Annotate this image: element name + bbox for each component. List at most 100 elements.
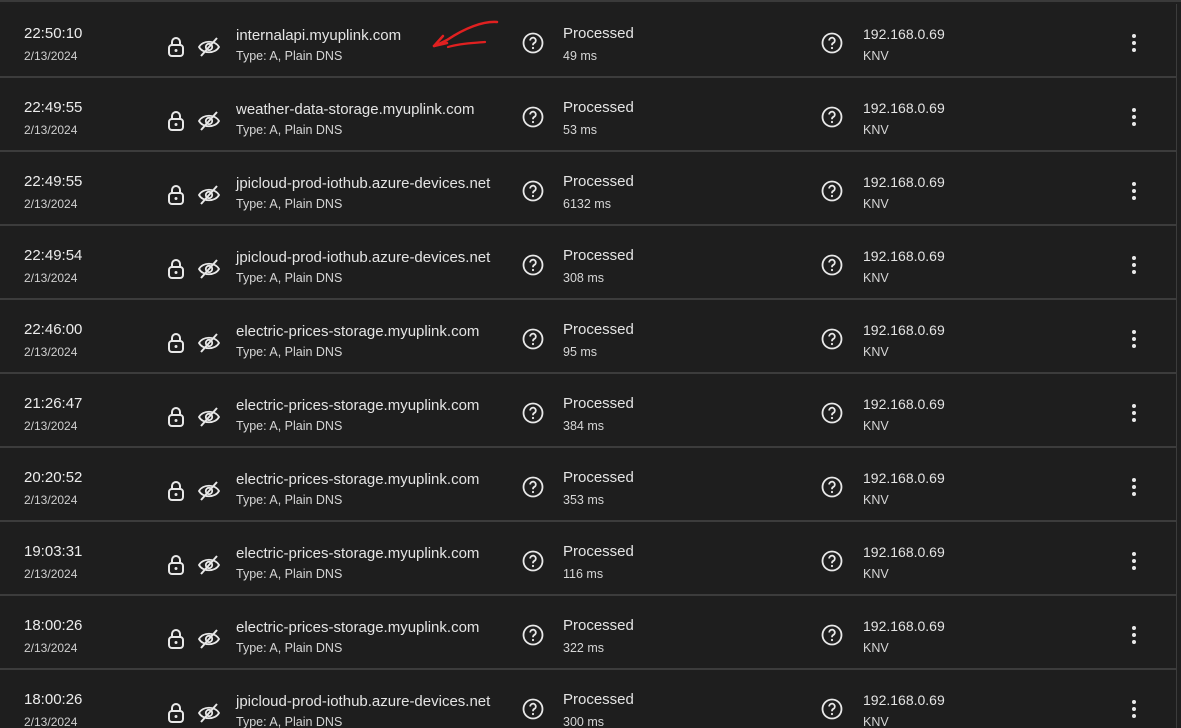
eye-off-icon[interactable] bbox=[197, 36, 221, 58]
eye-off-icon[interactable] bbox=[197, 554, 221, 576]
more-vertical-icon[interactable] bbox=[1124, 550, 1144, 572]
client-ip[interactable]: 192.168.0.69 bbox=[863, 470, 945, 486]
question-circle-icon[interactable] bbox=[522, 32, 544, 54]
lock-icon[interactable] bbox=[166, 406, 186, 428]
question-circle-icon[interactable] bbox=[522, 624, 544, 646]
status-text: Processed bbox=[563, 617, 634, 634]
request-date: 2/13/2024 bbox=[24, 641, 78, 655]
eye-off-icon[interactable] bbox=[197, 258, 221, 280]
table-row[interactable]: 18:00:26 2/13/2024 electric-prices-stora… bbox=[0, 596, 1177, 670]
eye-off-icon[interactable] bbox=[197, 406, 221, 428]
more-vertical-icon[interactable] bbox=[1124, 254, 1144, 276]
question-circle-icon[interactable] bbox=[821, 476, 843, 498]
table-row[interactable]: 20:20:52 2/13/2024 electric-prices-stora… bbox=[0, 448, 1177, 522]
table-row[interactable]: 18:00:26 2/13/2024 jpicloud-prod-iothub.… bbox=[0, 670, 1177, 728]
client-name: KNV bbox=[863, 49, 889, 63]
request-time: 18:00:26 bbox=[24, 691, 83, 708]
question-circle-icon[interactable] bbox=[821, 180, 843, 202]
elapsed-time: 353 ms bbox=[563, 493, 604, 507]
question-circle-icon[interactable] bbox=[821, 328, 843, 350]
domain-name[interactable]: weather-data-storage.myuplink.com bbox=[236, 101, 474, 118]
client-ip[interactable]: 192.168.0.69 bbox=[863, 692, 945, 708]
request-date: 2/13/2024 bbox=[24, 567, 78, 581]
domain-name[interactable]: internalapi.myuplink.com bbox=[236, 27, 401, 44]
more-vertical-icon[interactable] bbox=[1124, 32, 1144, 54]
question-circle-icon[interactable] bbox=[522, 550, 544, 572]
client-ip[interactable]: 192.168.0.69 bbox=[863, 544, 945, 560]
client-ip[interactable]: 192.168.0.69 bbox=[863, 618, 945, 634]
eye-off-icon[interactable] bbox=[197, 184, 221, 206]
question-circle-icon[interactable] bbox=[522, 180, 544, 202]
more-vertical-icon[interactable] bbox=[1124, 328, 1144, 350]
question-circle-icon[interactable] bbox=[821, 106, 843, 128]
request-type: Type: A, Plain DNS bbox=[236, 567, 343, 581]
request-type: Type: A, Plain DNS bbox=[236, 715, 343, 728]
client-ip[interactable]: 192.168.0.69 bbox=[863, 322, 945, 338]
question-circle-icon[interactable] bbox=[821, 550, 843, 572]
domain-name[interactable]: electric-prices-storage.myuplink.com bbox=[236, 323, 479, 340]
question-circle-icon[interactable] bbox=[821, 624, 843, 646]
eye-off-icon[interactable] bbox=[197, 628, 221, 650]
request-type: Type: A, Plain DNS bbox=[236, 419, 343, 433]
request-time: 22:50:10 bbox=[24, 25, 83, 42]
domain-name[interactable]: electric-prices-storage.myuplink.com bbox=[236, 471, 479, 488]
table-row[interactable]: 22:49:55 2/13/2024 weather-data-storage.… bbox=[0, 78, 1177, 152]
question-circle-icon[interactable] bbox=[821, 254, 843, 276]
question-circle-icon[interactable] bbox=[522, 106, 544, 128]
domain-name[interactable]: electric-prices-storage.myuplink.com bbox=[236, 545, 479, 562]
table-row[interactable]: 22:50:10 2/13/2024 internalapi.myuplink.… bbox=[0, 4, 1177, 78]
table-row[interactable]: 19:03:31 2/13/2024 electric-prices-stora… bbox=[0, 522, 1177, 596]
table-row[interactable]: 22:46:00 2/13/2024 electric-prices-stora… bbox=[0, 300, 1177, 374]
question-circle-icon[interactable] bbox=[522, 698, 544, 720]
question-circle-icon[interactable] bbox=[821, 402, 843, 424]
lock-icon[interactable] bbox=[166, 332, 186, 354]
request-time: 22:49:54 bbox=[24, 247, 83, 264]
domain-name[interactable]: jpicloud-prod-iothub.azure-devices.net bbox=[236, 175, 490, 192]
question-circle-icon[interactable] bbox=[522, 328, 544, 350]
table-row[interactable]: 22:49:54 2/13/2024 jpicloud-prod-iothub.… bbox=[0, 226, 1177, 300]
domain-name[interactable]: jpicloud-prod-iothub.azure-devices.net bbox=[236, 249, 490, 266]
client-ip[interactable]: 192.168.0.69 bbox=[863, 100, 945, 116]
request-type: Type: A, Plain DNS bbox=[236, 271, 343, 285]
client-ip[interactable]: 192.168.0.69 bbox=[863, 248, 945, 264]
eye-off-icon[interactable] bbox=[197, 110, 221, 132]
table-row[interactable]: 22:49:55 2/13/2024 jpicloud-prod-iothub.… bbox=[0, 152, 1177, 226]
red-arrow-annotation bbox=[432, 20, 499, 49]
client-name: KNV bbox=[863, 641, 889, 655]
more-vertical-icon[interactable] bbox=[1124, 476, 1144, 498]
eye-off-icon[interactable] bbox=[197, 332, 221, 354]
request-date: 2/13/2024 bbox=[24, 715, 78, 728]
more-vertical-icon[interactable] bbox=[1124, 624, 1144, 646]
question-circle-icon[interactable] bbox=[522, 402, 544, 424]
lock-icon[interactable] bbox=[166, 628, 186, 650]
request-time: 22:49:55 bbox=[24, 99, 83, 116]
client-ip[interactable]: 192.168.0.69 bbox=[863, 396, 945, 412]
question-circle-icon[interactable] bbox=[821, 32, 843, 54]
domain-name[interactable]: jpicloud-prod-iothub.azure-devices.net bbox=[236, 693, 490, 710]
query-log-table: 22:50:10 2/13/2024 internalapi.myuplink.… bbox=[0, 0, 1181, 728]
lock-icon[interactable] bbox=[166, 702, 186, 724]
request-date: 2/13/2024 bbox=[24, 493, 78, 507]
more-vertical-icon[interactable] bbox=[1124, 180, 1144, 202]
more-vertical-icon[interactable] bbox=[1124, 106, 1144, 128]
request-time: 21:26:47 bbox=[24, 395, 83, 412]
more-vertical-icon[interactable] bbox=[1124, 402, 1144, 424]
domain-name[interactable]: electric-prices-storage.myuplink.com bbox=[236, 619, 479, 636]
lock-icon[interactable] bbox=[166, 184, 186, 206]
status-text: Processed bbox=[563, 395, 634, 412]
client-ip[interactable]: 192.168.0.69 bbox=[863, 26, 945, 42]
client-ip[interactable]: 192.168.0.69 bbox=[863, 174, 945, 190]
lock-icon[interactable] bbox=[166, 36, 186, 58]
lock-icon[interactable] bbox=[166, 258, 186, 280]
eye-off-icon[interactable] bbox=[197, 480, 221, 502]
eye-off-icon[interactable] bbox=[197, 702, 221, 724]
more-vertical-icon[interactable] bbox=[1124, 698, 1144, 720]
lock-icon[interactable] bbox=[166, 554, 186, 576]
question-circle-icon[interactable] bbox=[821, 698, 843, 720]
lock-icon[interactable] bbox=[166, 110, 186, 132]
question-circle-icon[interactable] bbox=[522, 476, 544, 498]
lock-icon[interactable] bbox=[166, 480, 186, 502]
table-row[interactable]: 21:26:47 2/13/2024 electric-prices-stora… bbox=[0, 374, 1177, 448]
domain-name[interactable]: electric-prices-storage.myuplink.com bbox=[236, 397, 479, 414]
question-circle-icon[interactable] bbox=[522, 254, 544, 276]
